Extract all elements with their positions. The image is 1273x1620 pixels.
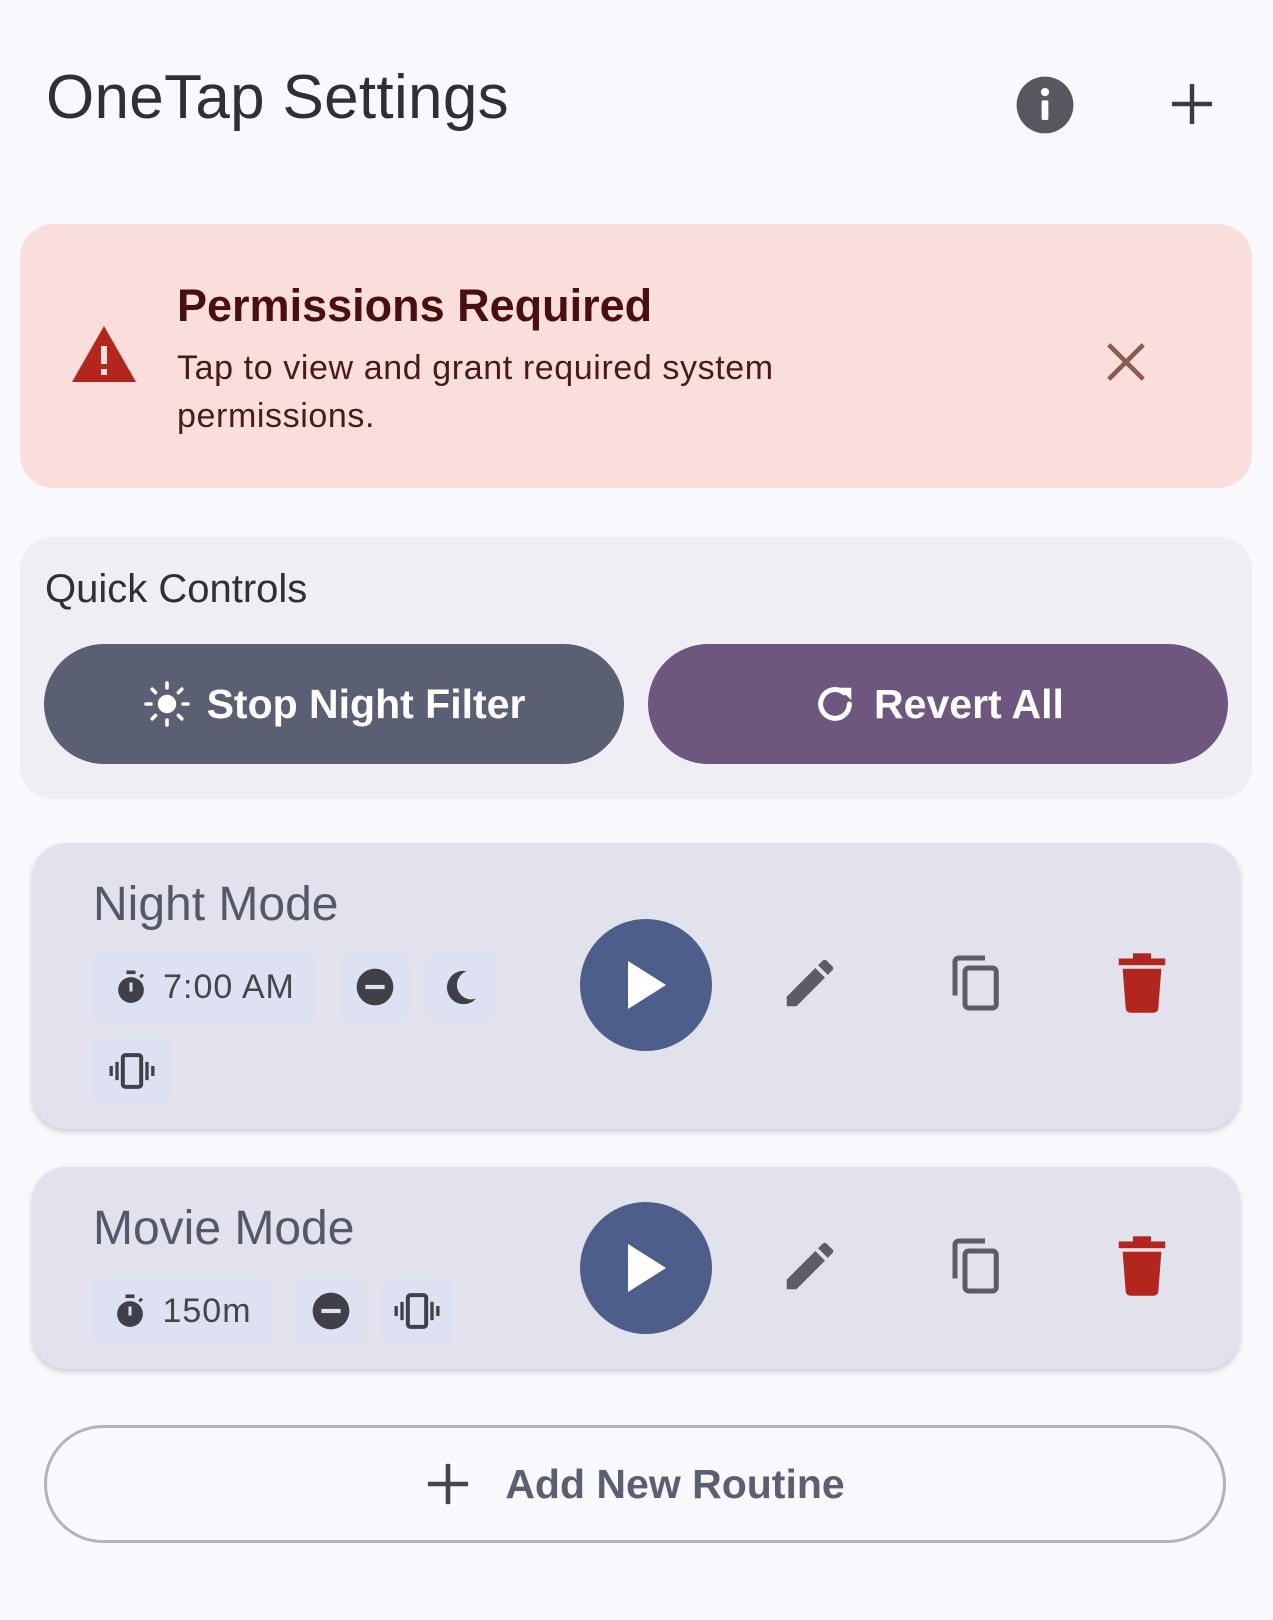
routine-card-night-mode[interactable]: Night Mode 7:00 AM (32, 843, 1240, 1129)
moon-icon (446, 970, 476, 1005)
routine-name: Movie Mode (93, 1202, 355, 1255)
trigger-chip: 7:00 AM (92, 952, 316, 1022)
revert-all-button[interactable]: Revert All (648, 644, 1228, 764)
setting-chip-dnd (296, 1276, 366, 1346)
setting-chip-dark-mode (426, 952, 496, 1022)
run-routine-button[interactable] (580, 919, 712, 1051)
add-routine-top-button[interactable] (1158, 70, 1226, 138)
plus-icon (1172, 84, 1212, 124)
plus-icon (428, 1463, 469, 1505)
edit-routine-button[interactable] (770, 943, 850, 1023)
info-button[interactable] (1012, 72, 1078, 138)
trigger-chip: 150m (92, 1276, 272, 1346)
sun-icon (143, 681, 190, 727)
routine-card-movie-mode[interactable]: Movie Mode 150m (32, 1167, 1240, 1369)
setting-chip-vibrate (92, 1036, 172, 1106)
permissions-description: Tap to view and grant required system pe… (177, 349, 774, 435)
setting-chip-vibrate (382, 1276, 452, 1346)
add-new-routine-label: Add New Routine (505, 1460, 845, 1507)
warning-icon (72, 326, 136, 382)
play-icon (628, 961, 666, 1009)
vibrate-icon (394, 1293, 440, 1329)
copy-icon (952, 1238, 999, 1294)
timer-icon (118, 970, 145, 1003)
revert-all-label: Revert All (874, 680, 1064, 727)
setting-chip-dnd (340, 952, 410, 1022)
do-not-disturb-icon (312, 1292, 350, 1330)
close-icon (1107, 343, 1145, 381)
page-title: OneTap Settings (46, 63, 509, 132)
app-bar: OneTap Settings (0, 0, 1273, 210)
copy-icon (952, 955, 999, 1011)
duplicate-routine-button[interactable] (935, 1226, 1015, 1306)
edit-icon (786, 1242, 834, 1290)
quick-controls-title: Quick Controls (45, 567, 308, 611)
edit-routine-button[interactable] (770, 1226, 850, 1306)
delete-routine-button[interactable] (1102, 943, 1182, 1023)
trigger-duration: 150m (162, 1291, 252, 1330)
timer-icon (117, 1294, 144, 1327)
routine-name: Night Mode (93, 878, 339, 931)
do-not-disturb-icon (356, 968, 394, 1006)
play-icon (628, 1244, 666, 1292)
dismiss-banner-button[interactable] (1098, 334, 1154, 390)
run-routine-button[interactable] (580, 1202, 712, 1334)
add-new-routine-button[interactable]: Add New Routine (44, 1425, 1226, 1543)
stop-night-filter-button[interactable]: Stop Night Filter (44, 644, 624, 764)
duplicate-routine-button[interactable] (935, 943, 1015, 1023)
delete-routine-button[interactable] (1102, 1226, 1182, 1306)
permissions-title: Permissions Required (177, 280, 653, 331)
delete-icon (1118, 1236, 1166, 1296)
quick-controls-card: Quick Controls Stop Night Filter Revert … (20, 537, 1252, 799)
edit-icon (786, 959, 834, 1007)
refresh-icon (818, 687, 852, 721)
stop-night-filter-label: Stop Night Filter (206, 680, 526, 727)
info-icon (1016, 76, 1074, 134)
vibrate-icon (109, 1053, 155, 1089)
permissions-banner[interactable]: Permissions Required Tap to view and gra… (20, 224, 1252, 488)
trigger-time: 7:00 AM (163, 967, 295, 1006)
delete-icon (1118, 953, 1166, 1013)
